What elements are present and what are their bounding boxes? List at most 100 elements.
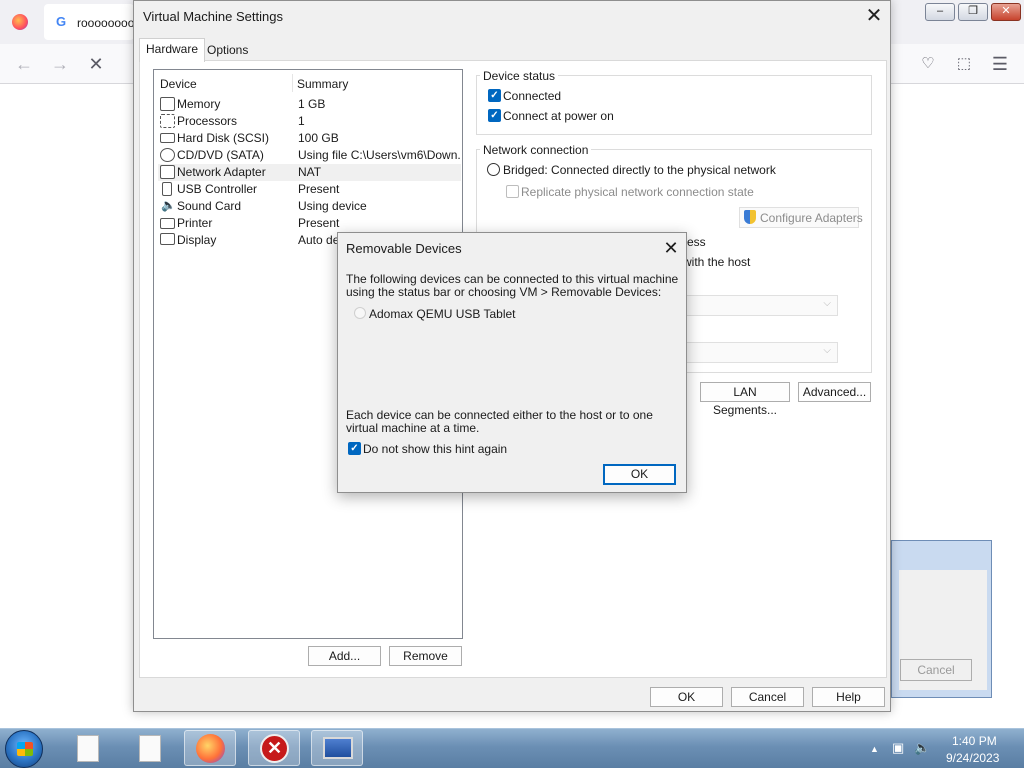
show-hidden-icons[interactable]: ▲: [870, 744, 879, 754]
chevron-down-icon: ⌵: [823, 298, 831, 309]
help-button[interactable]: Help: [812, 687, 885, 707]
tab-options[interactable]: Options: [201, 40, 254, 62]
device-row-memory[interactable]: Memory 1 GB: [158, 96, 461, 113]
device-name: CD/DVD (SATA): [177, 148, 264, 162]
bridged-radio[interactable]: [487, 163, 500, 176]
network-adapter-icon: [160, 165, 175, 179]
shield-icon: [744, 210, 756, 224]
clock-time[interactable]: 1:40 PM: [952, 734, 997, 748]
removable-devices-dialog: Removable Devices ✕ The following device…: [337, 232, 687, 493]
device-row-printer[interactable]: Printer Present: [158, 215, 461, 232]
hard-disk-icon: [160, 133, 175, 143]
dialog-description: The following devices can be connected t…: [346, 272, 679, 299]
dialog-title: Removable Devices: [346, 241, 462, 256]
close-icon[interactable]: ✕: [660, 237, 682, 259]
device-status-group: [476, 75, 872, 135]
volume-icon[interactable]: 🔈: [914, 740, 930, 756]
device-name: Network Adapter: [177, 165, 266, 179]
maximize-button[interactable]: ❐: [958, 3, 988, 21]
replicate-checkbox[interactable]: [506, 185, 519, 198]
bridged-label[interactable]: Bridged: Connected directly to the physi…: [503, 163, 776, 177]
taskbar-firefox[interactable]: [184, 730, 236, 766]
device-row-sound-card[interactable]: 🔈 Sound Card Using device: [158, 198, 461, 215]
document-icon: [77, 735, 99, 762]
taskbar-error-app[interactable]: ✕: [248, 730, 300, 766]
lan-segments-button[interactable]: LAN Segments...: [700, 382, 790, 417]
device-summary: 1 GB: [298, 97, 326, 111]
dialog-note: Each device can be connected either to t…: [346, 408, 653, 435]
extensions-icon[interactable]: ⬚: [954, 54, 974, 74]
network-connection-title: Network connection: [480, 143, 592, 157]
remove-button[interactable]: Remove: [389, 646, 462, 666]
device-status-title: Device status: [480, 69, 559, 83]
back-arrow-icon[interactable]: ←: [14, 54, 34, 74]
firefox-icon[interactable]: [12, 14, 28, 30]
close-window-button[interactable]: ✕: [991, 3, 1021, 21]
nat-option-label-partial: ess: [687, 235, 706, 249]
cd-dvd-icon: [160, 148, 175, 162]
device-name: USB Controller: [177, 182, 258, 196]
advanced-button[interactable]: Advanced...: [798, 382, 871, 402]
clock-date[interactable]: 9/24/2023: [946, 751, 999, 765]
add-button[interactable]: Add...: [308, 646, 381, 666]
column-header-device[interactable]: Device: [160, 77, 197, 91]
configure-adapters-button[interactable]: Configure Adapters: [739, 207, 863, 228]
start-button[interactable]: [5, 730, 43, 768]
google-icon: G: [56, 14, 67, 29]
column-divider[interactable]: [292, 74, 293, 92]
device-row-usb-controller[interactable]: USB Controller Present: [158, 181, 461, 198]
display-icon: [160, 233, 175, 245]
error-icon: ✕: [260, 734, 289, 763]
memory-icon: [160, 97, 175, 111]
lan-segment-select[interactable]: ⌵: [680, 342, 838, 363]
menu-icon[interactable]: ☰: [990, 54, 1010, 74]
hint-checkbox[interactable]: ✓: [348, 442, 361, 455]
computer-icon: [323, 737, 353, 759]
pocket-icon[interactable]: ♡: [918, 54, 938, 74]
device-row-hard-disk[interactable]: Hard Disk (SCSI) 100 GB: [158, 130, 461, 147]
tab-hardware[interactable]: Hardware: [139, 38, 206, 62]
taskbar-file-2[interactable]: [124, 730, 176, 766]
forward-arrow-icon[interactable]: →: [50, 54, 70, 74]
close-icon[interactable]: ✕: [862, 5, 886, 27]
hint-checkbox-label[interactable]: Do not show this hint again: [363, 442, 507, 456]
firefox-icon: [196, 734, 225, 763]
device-name: Display: [177, 233, 217, 247]
device-summary: Using file C:\Users\vm6\Down...: [298, 148, 461, 162]
device-row-network-adapter[interactable]: Network Adapter NAT: [158, 164, 461, 181]
device-name: Processors: [177, 114, 238, 128]
ok-button[interactable]: OK: [650, 687, 723, 707]
network-icon[interactable]: ▣: [892, 740, 904, 756]
device-summary: 1: [298, 114, 305, 128]
device-row-cd-dvd[interactable]: CD/DVD (SATA) Using file C:\Users\vm6\Do…: [158, 147, 461, 164]
background-cancel-button[interactable]: Cancel: [900, 659, 972, 681]
device-summary: 100 GB: [298, 131, 339, 145]
connect-at-power-on-label[interactable]: Connect at power on: [503, 109, 614, 123]
taskbar-vmware[interactable]: [311, 730, 363, 766]
replicate-label[interactable]: Replicate physical network connection st…: [521, 185, 754, 199]
usb-icon: [162, 182, 172, 196]
tab-title: rooooooooc: [77, 16, 134, 30]
device-summary: Present: [298, 182, 340, 196]
taskbar-file-1[interactable]: [62, 730, 114, 766]
column-header-summary[interactable]: Summary: [297, 77, 348, 91]
stop-loading-icon[interactable]: ✕: [86, 54, 106, 74]
processor-icon: [160, 114, 175, 128]
document-icon: [139, 735, 161, 762]
minimize-button[interactable]: –: [925, 3, 955, 21]
device-summary: Present: [298, 216, 340, 230]
windows-logo-icon: [17, 742, 33, 756]
custom-network-select[interactable]: ⌵: [680, 295, 838, 316]
device-label[interactable]: Adomax QEMU USB Tablet: [369, 307, 516, 321]
connected-checkbox[interactable]: ✓: [488, 89, 501, 102]
device-name: Printer: [177, 216, 213, 230]
device-row-processors[interactable]: Processors 1: [158, 113, 461, 130]
connect-at-power-on-checkbox[interactable]: ✓: [488, 109, 501, 122]
device-radio[interactable]: [354, 307, 366, 319]
cancel-button[interactable]: Cancel: [731, 687, 804, 707]
device-summary: NAT: [298, 165, 322, 179]
speaker-icon: 🔈: [161, 198, 176, 212]
connected-label[interactable]: Connected: [503, 89, 561, 103]
ok-button[interactable]: OK: [603, 464, 676, 485]
device-summary: Using device: [298, 199, 367, 213]
